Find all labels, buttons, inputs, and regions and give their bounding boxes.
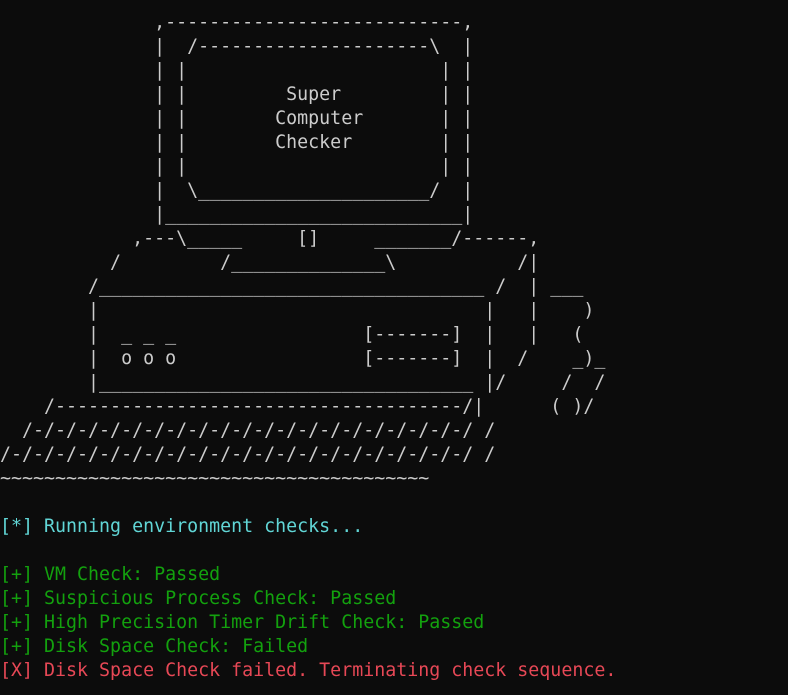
running-checks-line: [*] Running environment checks...: [0, 516, 364, 537]
ascii-art-line: | | | |: [0, 156, 474, 177]
ascii-art-computer: ,---------------------------, | /-------…: [0, 0, 788, 491]
ascii-art-line: | \_____________________/ |: [0, 180, 474, 201]
ascii-art-line: | | | ): [0, 300, 595, 321]
ascii-art-line: | /---------------------\ |: [0, 36, 474, 57]
terminal-window[interactable]: ,---------------------------, | /-------…: [0, 0, 788, 695]
check-result-disk-space: [+] Disk Space Check: Failed: [0, 636, 309, 657]
check-result-timer-drift: [+] High Precision Timer Drift Check: Pa…: [0, 612, 485, 633]
ascii-art-line: | | Computer | |: [0, 108, 474, 129]
ascii-art-line: | | Checker | |: [0, 132, 474, 153]
ascii-art-line: /-/-/-/-/-/-/-/-/-/-/-/-/-/-/-/-/-/-/-/-…: [0, 420, 496, 441]
ascii-art-line: /-/-/-/-/-/-/-/-/-/-/-/-/-/-/-/-/-/-/-/-…: [0, 444, 496, 465]
ascii-art-line: ~~~~~~~~~~~~~~~~~~~~~~~~~~~~~~~~~~~~~~~: [0, 468, 430, 489]
ascii-art-line: | | Super | |: [0, 84, 474, 105]
check-results: [+] VM Check: Passed [+] Suspicious Proc…: [0, 563, 788, 683]
check-result-vm: [+] VM Check: Passed: [0, 564, 221, 585]
error-terminating-line: [X] Disk Space Check failed. Terminating…: [0, 660, 617, 681]
ascii-art-line: ,---\_____ [] _______/------,: [0, 228, 540, 249]
ascii-art-line: /-------------------------------------/|…: [0, 396, 595, 417]
ascii-art-line: |___________________________|: [0, 204, 474, 225]
ascii-art-line: |__________________________________ |/ /…: [0, 372, 606, 393]
check-result-suspicious-process: [+] Suspicious Process Check: Passed: [0, 588, 397, 609]
ascii-art-line: ,---------------------------,: [0, 12, 474, 33]
ascii-art-line: / /______________\ /|: [0, 252, 540, 273]
ascii-art-line: | o o o [-------] | / _)_: [0, 348, 606, 369]
ascii-art-line: | _ _ _ [-------] | | (: [0, 324, 584, 345]
ascii-art-line: | | | |: [0, 60, 474, 81]
ascii-art-line: /___________________________________ / |…: [0, 276, 584, 297]
